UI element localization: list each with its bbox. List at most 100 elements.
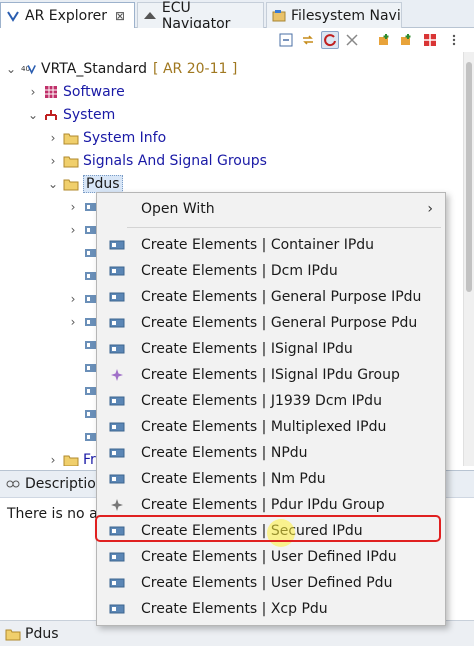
tree-scrollbar[interactable]	[463, 52, 474, 466]
tree-node-label: VRTA_Standard	[41, 60, 148, 77]
ar-explorer-icon	[5, 8, 21, 24]
chevron-right-icon[interactable]: ›	[46, 453, 60, 467]
scrollbar-thumb[interactable]	[466, 62, 472, 292]
tree-node-label: Fr	[83, 451, 96, 467]
ecu-navigator-icon	[142, 8, 158, 24]
chevron-right-icon[interactable]: ›	[26, 85, 40, 99]
tree-node-label: System	[63, 106, 116, 123]
autosar-project-icon: 40	[21, 61, 37, 77]
tree-node-frames[interactable]: › Fr	[46, 448, 96, 466]
tree-node-signals[interactable]: › Signals And Signal Groups	[46, 149, 267, 172]
menu-item-create-elements[interactable]: Create Elements | Container IPdu	[97, 232, 445, 258]
pdu-icon	[109, 471, 125, 487]
description-icon	[5, 476, 21, 492]
chevron-right-icon[interactable]: ›	[66, 315, 80, 329]
refresh-icon[interactable]	[321, 31, 339, 49]
chevron-down-icon[interactable]: ⌄	[26, 108, 40, 122]
description-text: There is no ac	[7, 506, 106, 522]
tab-ecu-navigator-label: ECU Navigator	[161, 0, 231, 32]
folder-icon	[63, 176, 79, 192]
menu-item-label: Create Elements | Container IPdu	[141, 237, 375, 253]
tab-ar-explorer[interactable]: AR Explorer ⊠	[0, 2, 135, 29]
tree-node-label: Signals And Signal Groups	[83, 152, 267, 169]
view-menu-icon[interactable]	[445, 31, 463, 49]
filesystem-icon	[271, 8, 287, 24]
menu-item-create-elements[interactable]: Create Elements | ISignal IPdu	[97, 336, 445, 362]
pdu-icon	[109, 263, 125, 279]
menu-item-create-elements[interactable]: Create Elements | ISignal IPdu Group	[97, 362, 445, 388]
pdu-group-icon	[109, 497, 125, 513]
menu-item-create-elements[interactable]: Create Elements | J1939 Dcm IPdu	[97, 388, 445, 414]
menu-item-create-elements[interactable]: Create Elements | Xcp Pdu	[97, 596, 445, 622]
status-label: Pdus	[25, 625, 59, 642]
tree-node-vrta-standard[interactable]: ⌄ 40 VRTA_Standard [ AR 20-11 ]	[4, 57, 237, 80]
software-icon	[43, 84, 59, 100]
tree-node-label: Pdus	[83, 174, 123, 193]
chevron-right-icon[interactable]: ›	[66, 200, 80, 214]
menu-item-label: Create Elements | Pdur IPdu Group	[141, 497, 385, 513]
tree-node-label: System Info	[83, 129, 167, 146]
chevron-down-icon[interactable]: ⌄	[4, 62, 18, 76]
link-with-editor-icon[interactable]	[299, 31, 317, 49]
menu-item-label: Create Elements | Secured IPdu	[141, 523, 363, 539]
menu-item-open-with[interactable]: Open With ›	[97, 196, 445, 222]
menu-item-create-elements[interactable]: Create Elements | General Purpose IPdu	[97, 284, 445, 310]
menu-item-label: Create Elements | Nm Pdu	[141, 471, 326, 487]
menu-item-label: Create Elements | ISignal IPdu	[141, 341, 353, 357]
filter-icon[interactable]	[343, 31, 361, 49]
menu-item-label: Open With	[141, 201, 215, 217]
explorer-toolbar	[0, 28, 474, 52]
menu-separator	[127, 227, 441, 228]
menu-item-label: Create Elements | General Purpose IPdu	[141, 289, 422, 305]
tree-node-system[interactable]: ⌄ System	[26, 103, 115, 126]
menu-item-create-elements[interactable]: Create Elements | User Defined Pdu	[97, 570, 445, 596]
menu-item-label: Create Elements | ISignal IPdu Group	[141, 367, 400, 383]
tree-node-system-info[interactable]: › System Info	[46, 126, 167, 149]
tree-node-label: Software	[63, 83, 125, 100]
description-tab-label[interactable]: Description	[25, 476, 105, 492]
tab-ecu-navigator[interactable]: ECU Navigator	[137, 0, 264, 32]
tab-ar-explorer-label: AR Explorer	[25, 8, 108, 24]
menu-item-create-elements[interactable]: Create Elements | Dcm IPdu	[97, 258, 445, 284]
folder-icon	[63, 452, 79, 466]
pdu-icon	[109, 445, 125, 461]
menu-item-create-elements[interactable]: Create Elements | Nm Pdu	[97, 466, 445, 492]
chevron-right-icon[interactable]: ›	[46, 154, 60, 168]
menu-item-label: Create Elements | J1939 Dcm IPdu	[141, 393, 382, 409]
menu-item-label: Create Elements | NPdu	[141, 445, 308, 461]
menu-item-create-elements[interactable]: Create Elements | Pdur IPdu Group	[97, 492, 445, 518]
cursor-highlight	[267, 519, 295, 547]
submenu-arrow-icon: ›	[427, 201, 433, 217]
context-menu: Open With › Create Elements | Container …	[96, 192, 446, 626]
system-icon	[43, 107, 59, 123]
pdu-icon	[109, 523, 125, 539]
chevron-down-icon[interactable]: ⌄	[46, 177, 60, 191]
pdu-icon	[109, 341, 125, 357]
menu-item-create-elements[interactable]: Create Elements | Multiplexed IPdu	[97, 414, 445, 440]
pdu-icon	[109, 419, 125, 435]
menu-item-label: Create Elements | Xcp Pdu	[141, 601, 328, 617]
chevron-right-icon[interactable]: ›	[66, 223, 80, 237]
pdu-icon	[109, 575, 125, 591]
new-element-icon[interactable]	[375, 31, 393, 49]
menu-item-create-elements[interactable]: Create Elements | NPdu	[97, 440, 445, 466]
chevron-right-icon[interactable]: ›	[66, 292, 80, 306]
tree-node-software[interactable]: › Software	[26, 80, 125, 103]
close-tab-icon[interactable]: ⊠	[115, 9, 125, 23]
menu-item-label: Create Elements | Multiplexed IPdu	[141, 419, 387, 435]
menu-item-label: Create Elements | General Purpose Pdu	[141, 315, 418, 331]
folder-icon	[5, 626, 21, 642]
new-package-icon[interactable]	[397, 31, 415, 49]
folder-icon	[63, 153, 79, 169]
tab-filesystem-navigator[interactable]: Filesystem Navi	[266, 2, 402, 28]
menu-item-create-elements[interactable]: Create Elements | General Purpose Pdu	[97, 310, 445, 336]
chevron-right-icon[interactable]: ›	[46, 131, 60, 145]
collapse-all-icon[interactable]	[277, 31, 295, 49]
menu-item-create-elements[interactable]: Create Elements | User Defined IPdu	[97, 544, 445, 570]
pdu-icon	[109, 549, 125, 565]
menu-item-label: Create Elements | User Defined Pdu	[141, 575, 393, 591]
pdu-icon	[109, 315, 125, 331]
grid-view-icon[interactable]	[421, 31, 439, 49]
view-tab-bar: AR Explorer ⊠ ECU Navigator Filesystem N…	[0, 0, 474, 32]
tab-filesystem-label: Filesystem Navi	[291, 7, 401, 24]
